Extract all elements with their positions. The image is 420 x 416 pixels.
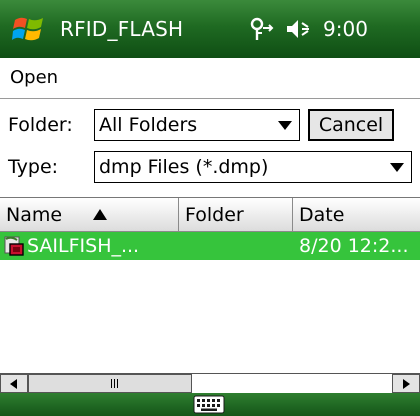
app-title: RFID_FLASH — [60, 17, 184, 41]
arrow-left-icon — [10, 379, 17, 389]
folder-label: Folder: — [8, 114, 73, 136]
keyboard-icon[interactable] — [193, 395, 225, 414]
sort-ascending-icon — [93, 209, 107, 220]
folder-dropdown[interactable]: All Folders — [94, 109, 300, 141]
windows-start-icon[interactable] — [12, 12, 46, 46]
arrow-right-icon — [403, 379, 410, 389]
filter-form: Folder: All Folders Cancel Type: dmp Fil… — [0, 99, 420, 197]
column-label-name: Name — [6, 204, 63, 226]
connectivity-icon[interactable] — [248, 16, 274, 42]
horizontal-scrollbar[interactable] — [0, 373, 420, 393]
chevron-down-icon — [390, 163, 404, 172]
title-bar: RFID_FLASH 9:00 — [0, 0, 420, 58]
clock[interactable]: 9:00 — [323, 17, 368, 41]
grip-line — [111, 379, 112, 388]
scroll-right-button[interactable] — [392, 374, 420, 393]
chevron-down-icon — [278, 121, 292, 130]
column-header-name[interactable]: Name — [0, 198, 179, 231]
column-label-folder: Folder — [185, 204, 244, 226]
volume-icon[interactable] — [285, 17, 315, 41]
column-header-folder[interactable]: Folder — [179, 198, 293, 231]
scroll-left-button[interactable] — [0, 374, 28, 393]
dialog-title: Open — [10, 67, 59, 88]
file-list[interactable]: Name Folder Date SAILFISH_... 8/20 12:2.… — [0, 197, 420, 374]
scrollbar-thumb[interactable] — [28, 374, 192, 393]
folder-value: All Folders — [99, 114, 198, 136]
dialog-header: Open — [0, 58, 420, 99]
type-dropdown[interactable]: dmp Files (*.dmp) — [94, 151, 412, 183]
type-value: dmp Files (*.dmp) — [99, 156, 269, 178]
cancel-button[interactable]: Cancel — [308, 109, 394, 141]
grip-line — [114, 379, 115, 388]
dump-file-icon — [4, 236, 24, 256]
type-label: Type: — [8, 156, 59, 178]
column-label-date: Date — [299, 204, 345, 226]
column-header-date[interactable]: Date — [293, 198, 420, 231]
softkey-bar — [0, 393, 420, 416]
file-date: 8/20 12:2... — [299, 235, 409, 257]
list-item[interactable]: SAILFISH_... 8/20 12:2... — [0, 232, 420, 260]
grip-line — [117, 379, 118, 388]
column-header-row: Name Folder Date — [0, 198, 420, 232]
file-name: SAILFISH_... — [27, 235, 140, 257]
